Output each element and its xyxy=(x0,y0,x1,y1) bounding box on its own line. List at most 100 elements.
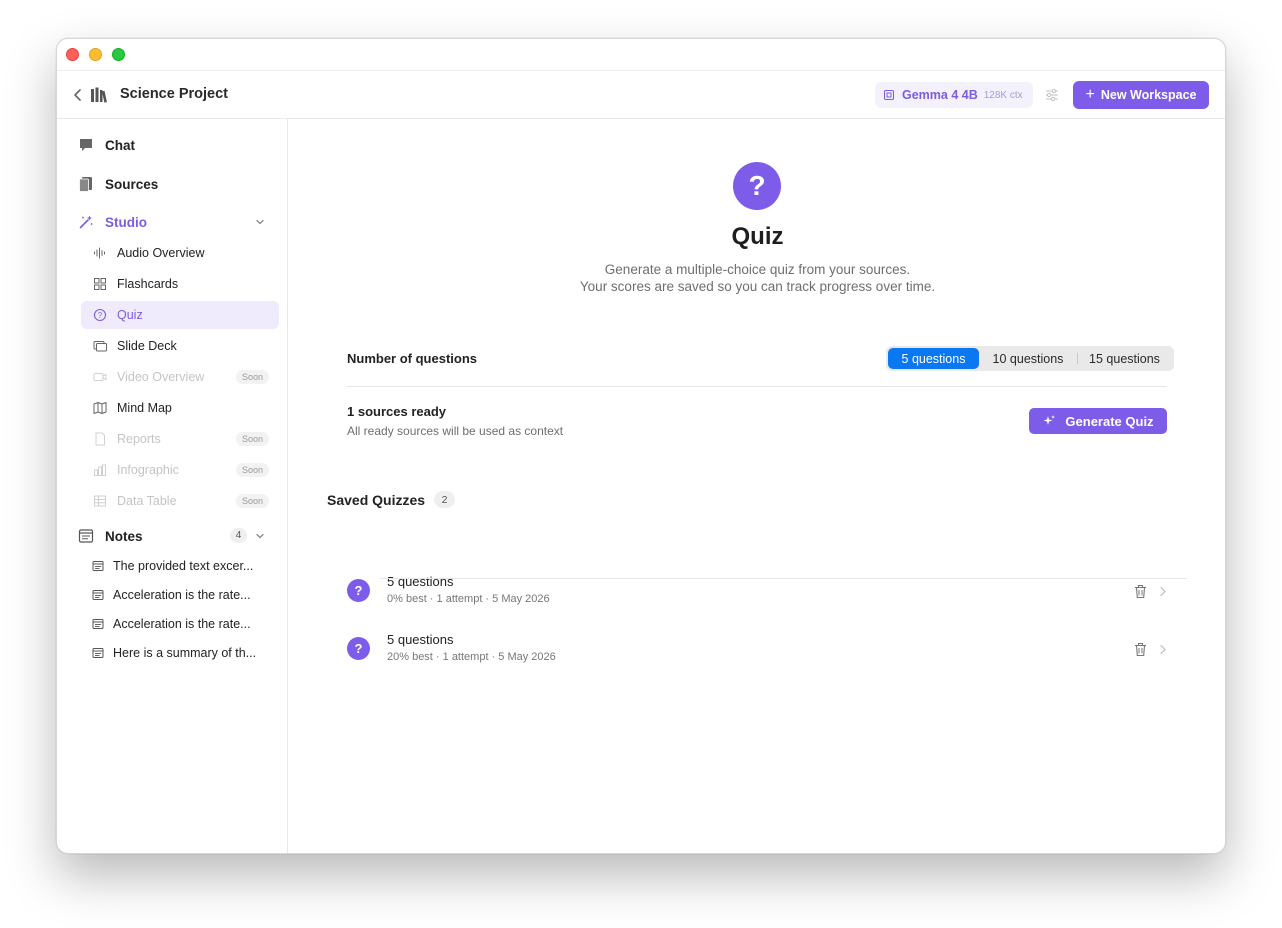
studio-item-quiz[interactable]: ? Quiz xyxy=(81,301,279,329)
studio-item-reports: Reports Soon xyxy=(81,425,279,453)
sidebar-item-label: Studio xyxy=(105,214,147,230)
studio-item-label: Mind Map xyxy=(117,401,172,415)
model-name: Gemma 4 4B xyxy=(902,88,978,102)
plus-icon: + xyxy=(1085,86,1095,103)
sidebar-item-sources[interactable]: Sources xyxy=(78,174,158,194)
sources-ready-text: 1 sources ready xyxy=(347,404,447,419)
studio-item-label: Flashcards xyxy=(117,277,179,291)
quiz-row-meta: 20% best · 1 attempt · 5 May 2026 xyxy=(387,651,556,663)
sidebar-item-label: Notes xyxy=(105,528,143,544)
option-15-questions[interactable]: 15 questions xyxy=(1077,348,1172,369)
studio-item-label: Video Overview xyxy=(117,370,205,384)
slides-icon xyxy=(93,341,107,352)
model-selector[interactable]: Gemma 4 4B 128K ctx xyxy=(875,82,1033,108)
top-header: Science Project Gemma 4 4B 128K ctx + Ne… xyxy=(57,71,1225,119)
sidebar-item-notes[interactable]: Notes xyxy=(78,526,143,546)
note-icon xyxy=(92,648,104,658)
note-title: The provided text excer... xyxy=(113,559,254,573)
table-icon xyxy=(94,495,106,507)
app-window: Science Project Gemma 4 4B 128K ctx + Ne… xyxy=(56,38,1226,854)
document-icon xyxy=(95,432,105,446)
project-title: Science Project xyxy=(120,86,228,102)
title-bar xyxy=(57,39,1225,71)
sidebar-item-label: Sources xyxy=(105,176,159,192)
minimize-window-button[interactable] xyxy=(89,48,102,61)
sidebar-item-label: Chat xyxy=(105,137,135,153)
close-window-button[interactable] xyxy=(66,48,79,61)
studio-item-video-overview: Video Overview Soon xyxy=(81,363,279,391)
back-chevron-icon[interactable] xyxy=(71,85,85,105)
divider xyxy=(380,578,1187,579)
studio-item-label: Data Table xyxy=(117,494,177,508)
sidebar-item-studio[interactable]: Studio xyxy=(78,212,147,232)
sidebar: Chat Sources Studio Audio Overview Flash… xyxy=(57,119,288,853)
note-item[interactable]: Here is a summary of th... xyxy=(92,642,267,664)
sidebar-item-chat[interactable]: Chat xyxy=(78,135,135,155)
maximize-window-button[interactable] xyxy=(112,48,125,61)
note-item[interactable]: Acceleration is the rate... xyxy=(92,613,267,635)
page-description: Generate a multiple-choice quiz from you… xyxy=(288,261,1225,295)
studio-item-audio-overview[interactable]: Audio Overview xyxy=(81,239,279,267)
divider xyxy=(347,386,1167,387)
number-of-questions-label: Number of questions xyxy=(347,351,478,366)
note-title: Acceleration is the rate... xyxy=(113,588,251,602)
map-icon xyxy=(93,402,107,414)
note-title: Acceleration is the rate... xyxy=(113,617,251,631)
svg-text:?: ? xyxy=(98,311,103,320)
quiz-question-icon: ? xyxy=(733,162,781,210)
sparkle-icon xyxy=(1043,415,1056,425)
studio-item-data-table: Data Table Soon xyxy=(81,487,279,515)
saved-quiz-row[interactable]: ? 5 questions 20% best · 1 attempt · 5 M… xyxy=(347,627,1175,673)
studio-item-flashcards[interactable]: Flashcards xyxy=(81,270,279,298)
studio-item-label: Slide Deck xyxy=(117,339,177,353)
new-workspace-label: New Workspace xyxy=(1100,88,1197,102)
chevron-right-icon[interactable] xyxy=(1159,644,1167,655)
option-10-questions[interactable]: 10 questions xyxy=(979,348,1077,369)
note-icon xyxy=(92,561,104,571)
description-line: Generate a multiple-choice quiz from you… xyxy=(604,262,911,277)
chevron-down-icon[interactable] xyxy=(254,530,266,542)
note-title: Here is a summary of th... xyxy=(113,646,257,660)
studio-item-slide-deck[interactable]: Slide Deck xyxy=(81,332,279,360)
question-circle-icon: ? xyxy=(93,308,107,322)
notes-icon xyxy=(78,529,94,543)
page-title: Quiz xyxy=(731,223,784,250)
quiz-row-title: 5 questions xyxy=(387,632,454,647)
generate-quiz-button[interactable]: Generate Quiz xyxy=(1029,408,1167,434)
studio-item-mind-map[interactable]: Mind Map xyxy=(81,394,279,422)
settings-sliders-icon[interactable] xyxy=(1045,88,1059,102)
chevron-down-icon[interactable] xyxy=(254,216,266,228)
soon-badge: Soon xyxy=(235,463,269,477)
quiz-row-icon: ? xyxy=(347,579,370,602)
studio-item-label: Quiz xyxy=(117,308,143,322)
studio-item-infographic: Infographic Soon xyxy=(81,456,279,484)
option-5-questions[interactable]: 5 questions xyxy=(888,348,979,369)
quiz-row-title: 5 questions xyxy=(387,574,454,589)
new-workspace-button[interactable]: + New Workspace xyxy=(1073,81,1209,109)
saved-quiz-row[interactable]: ? 5 questions 0% best · 1 attempt · 5 Ma… xyxy=(347,569,1175,615)
soon-badge: Soon xyxy=(235,432,269,446)
grid-icon xyxy=(94,278,106,290)
description-line: Your scores are saved so you can track p… xyxy=(579,279,936,294)
model-context: 128K ctx xyxy=(983,89,1023,101)
note-item[interactable]: The provided text excer... xyxy=(92,555,267,577)
saved-quizzes-count: 2 xyxy=(434,491,455,508)
sources-icon xyxy=(79,177,92,192)
trash-icon[interactable] xyxy=(1134,584,1147,599)
magic-wand-icon xyxy=(79,215,93,229)
main-panel: ? Quiz Generate a multiple-choice quiz f… xyxy=(288,119,1225,853)
chevron-right-icon[interactable] xyxy=(1159,586,1167,597)
trash-icon[interactable] xyxy=(1134,642,1147,657)
studio-item-label: Audio Overview xyxy=(117,246,205,260)
waveform-icon xyxy=(94,247,105,259)
quiz-row-meta: 0% best · 1 attempt · 5 May 2026 xyxy=(387,593,550,605)
video-icon xyxy=(93,373,107,381)
studio-item-label: Reports xyxy=(117,432,161,446)
bar-chart-icon xyxy=(94,464,106,476)
soon-badge: Soon xyxy=(235,494,269,508)
studio-item-label: Infographic xyxy=(117,463,179,477)
chip-icon xyxy=(883,89,895,101)
saved-quizzes-heading: Saved Quizzes xyxy=(327,492,426,508)
note-item[interactable]: Acceleration is the rate... xyxy=(92,584,267,606)
note-icon xyxy=(92,619,104,629)
